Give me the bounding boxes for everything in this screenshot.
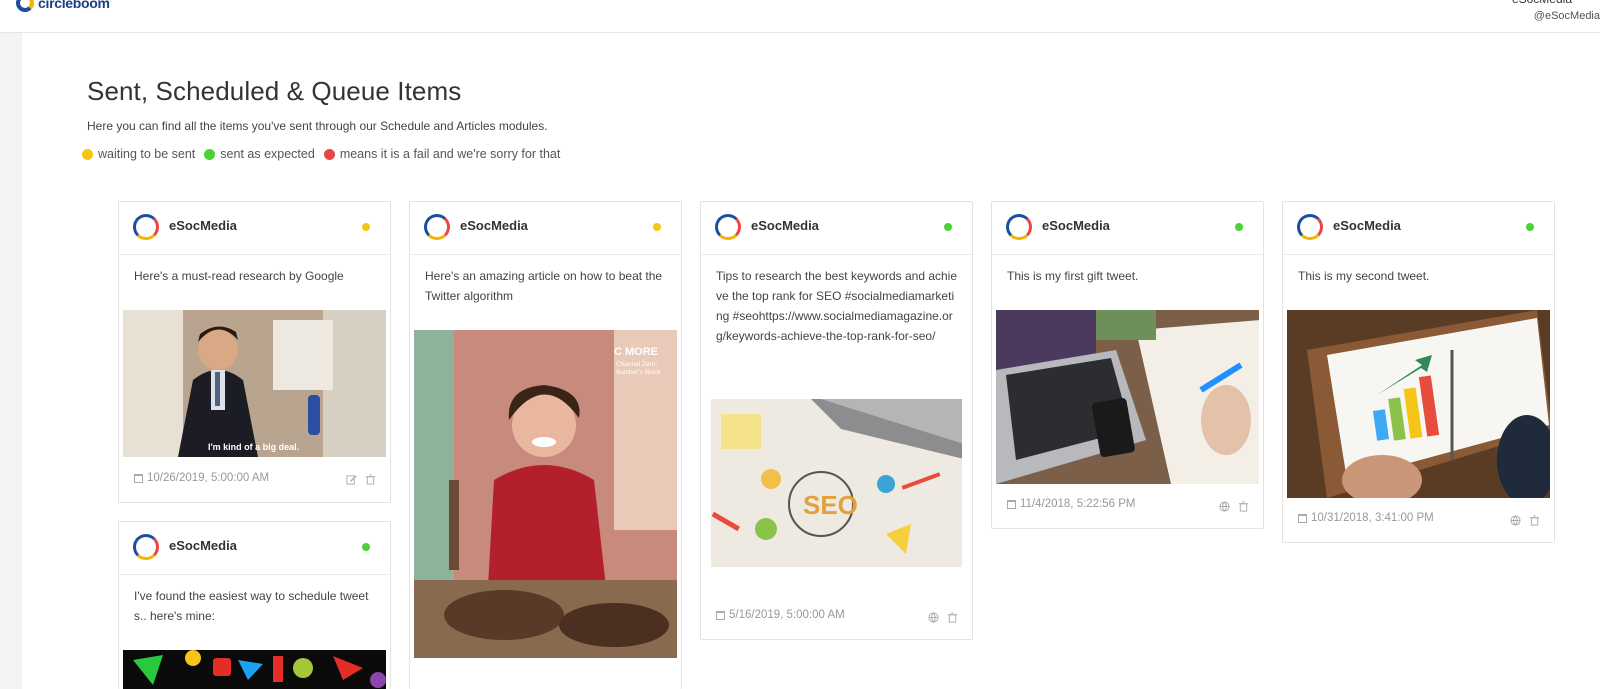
- post-card[interactable]: eSocMedia Here's a must-read research by…: [118, 201, 391, 503]
- trash-icon[interactable]: [1238, 501, 1249, 512]
- card-header: eSocMedia: [119, 202, 390, 255]
- card-account-name: eSocMedia: [169, 218, 237, 233]
- card-header: eSocMedia: [410, 202, 681, 255]
- card-actions: [1510, 515, 1540, 526]
- post-card[interactable]: eSocMedia Here's an amazing article on h…: [409, 201, 682, 689]
- circleboom-logo-icon: [16, 0, 34, 12]
- card-actions: [1219, 501, 1249, 512]
- card-text: This is my second tweet.: [1298, 269, 1430, 283]
- avatar: [424, 214, 450, 240]
- status-legend: waiting to be sent sent as expected mean…: [82, 147, 569, 161]
- card-text: Tips to research the best keywords and a…: [716, 269, 958, 343]
- card-header: eSocMedia: [992, 202, 1263, 255]
- globe-icon[interactable]: [1510, 515, 1521, 526]
- avatar: [1006, 214, 1032, 240]
- card-account-name: eSocMedia: [1042, 218, 1110, 233]
- card-date: 10/26/2019, 5:00:00 AM: [134, 472, 269, 484]
- legend-fail: means it is a fail and we're sorry for t…: [323, 147, 561, 161]
- post-image: [1287, 310, 1550, 498]
- calendar-icon: [1007, 499, 1016, 509]
- post-image: [996, 310, 1259, 484]
- card-text: Here's an amazing article on how to beat…: [425, 269, 663, 303]
- legend-waiting: waiting to be sent: [82, 147, 195, 161]
- post-image: C MORE Channel Zero: Butcher's Block: [414, 330, 677, 658]
- calendar-icon: [716, 610, 725, 620]
- calendar-icon: [1298, 513, 1307, 523]
- post-card[interactable]: eSocMedia This is my first gift tweet. 1…: [991, 201, 1264, 529]
- avatar: [715, 214, 741, 240]
- image-caption: I'm kind of a big deal.: [208, 442, 300, 452]
- image-subcaption: Channel Zero: Butcher's Block: [616, 361, 661, 376]
- card-header: eSocMedia: [1283, 202, 1554, 255]
- legend-waiting-label: waiting to be sent: [98, 147, 196, 161]
- card-actions: [928, 612, 958, 623]
- trash-icon[interactable]: [947, 612, 958, 623]
- status-waiting-dot-icon: [653, 223, 661, 231]
- app-logo[interactable]: circleboom: [16, 0, 110, 12]
- post-card[interactable]: eSocMedia This is my second tweet. 10/31…: [1282, 201, 1555, 543]
- card-text: This is my first gift tweet.: [1007, 269, 1139, 283]
- card-account-name: eSocMedia: [169, 538, 237, 553]
- logo-text: circleboom: [38, 0, 110, 11]
- post-card[interactable]: eSocMedia I've found the easiest way to …: [118, 521, 391, 689]
- status-waiting-dot-icon: [362, 223, 370, 231]
- avatar: [133, 534, 159, 560]
- post-image: SEO: [711, 399, 962, 567]
- red-dot-icon: [323, 148, 335, 160]
- legend-fail-label: means it is a fail and we're sorry for t…: [339, 147, 561, 161]
- post-image: [123, 650, 386, 689]
- card-account-name: eSocMedia: [751, 218, 819, 233]
- card-date-text: 10/31/2018, 3:41:00 PM: [1311, 512, 1434, 524]
- user-handle[interactable]: @eSocMedia: [1534, 10, 1600, 22]
- image-caption: C MORE: [614, 346, 658, 358]
- page-subtitle: Here you can find all the items you've s…: [87, 119, 548, 133]
- card-actions: [346, 474, 376, 485]
- card-account-name: eSocMedia: [460, 218, 528, 233]
- top-bar: circleboom eSocMedia @eSocMedia: [0, 0, 1600, 33]
- status-sent-dot-icon: [362, 543, 370, 551]
- card-date: 11/4/2018, 5:22:56 PM: [1007, 498, 1136, 510]
- card-text: I've found the easiest way to schedule t…: [134, 589, 369, 623]
- globe-icon[interactable]: [928, 612, 939, 623]
- edit-icon[interactable]: [346, 474, 357, 485]
- avatar: [133, 214, 159, 240]
- card-text: Here's a must-read research by Google: [134, 269, 344, 283]
- card-date-text: 5/16/2019, 5:00:00 AM: [729, 609, 845, 621]
- green-dot-icon: [204, 148, 216, 160]
- card-date-text: 11/4/2018, 5:22:56 PM: [1020, 498, 1136, 510]
- card-header: eSocMedia: [701, 202, 972, 255]
- trash-icon[interactable]: [365, 474, 376, 485]
- post-image: I'm kind of a big deal.: [123, 310, 386, 457]
- svg-text:SEO: SEO: [803, 490, 858, 520]
- globe-icon[interactable]: [1219, 501, 1230, 512]
- card-header: eSocMedia: [119, 522, 390, 575]
- card-date: 10/31/2018, 3:41:00 PM: [1298, 512, 1434, 524]
- card-account-name: eSocMedia: [1333, 218, 1401, 233]
- calendar-icon: [134, 473, 143, 483]
- status-sent-dot-icon: [944, 223, 952, 231]
- status-sent-dot-icon: [1526, 223, 1534, 231]
- page-title: Sent, Scheduled & Queue Items: [87, 76, 462, 106]
- post-card[interactable]: eSocMedia Tips to research the best keyw…: [700, 201, 973, 640]
- legend-sent-label: sent as expected: [220, 147, 315, 161]
- card-date-text: 10/26/2019, 5:00:00 AM: [147, 472, 270, 484]
- status-sent-dot-icon: [1235, 223, 1243, 231]
- legend-sent: sent as expected: [204, 147, 315, 161]
- user-name[interactable]: eSocMedia: [1512, 0, 1572, 6]
- avatar: [1297, 214, 1323, 240]
- yellow-dot-icon: [82, 148, 93, 160]
- left-rail: [0, 33, 22, 689]
- trash-icon[interactable]: [1529, 515, 1540, 526]
- card-date: 5/16/2019, 5:00:00 AM: [716, 609, 845, 621]
